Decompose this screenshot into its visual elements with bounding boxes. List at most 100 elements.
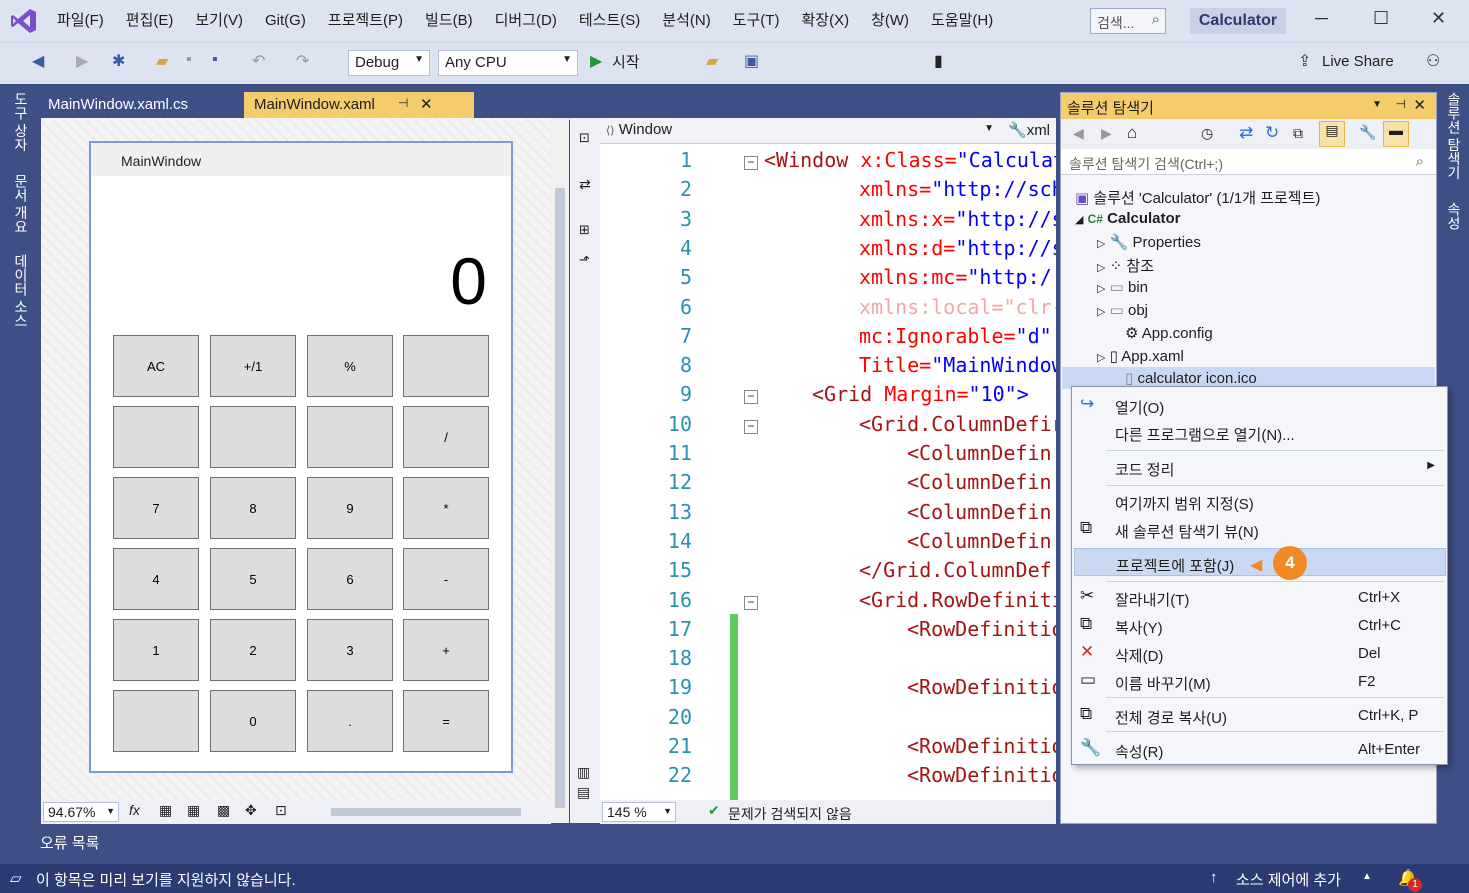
menu-file[interactable]: 파일(F) bbox=[46, 0, 115, 42]
back-icon[interactable]: ◀ bbox=[1073, 125, 1084, 142]
menu-item-cut[interactable]: ✂ 잘라내기(T) Ctrl+X bbox=[1072, 583, 1447, 611]
preview-icon[interactable]: ▬ bbox=[1383, 121, 1409, 147]
menu-project[interactable]: 프로젝트(P) bbox=[317, 0, 414, 42]
calc-button[interactable]: 2 bbox=[210, 619, 296, 681]
platform-select[interactable]: Any CPU ▼ bbox=[438, 50, 578, 76]
play-icon[interactable]: ▶ bbox=[590, 51, 602, 71]
artboard-icon[interactable]: ▩ bbox=[217, 802, 230, 819]
calc-button[interactable]: 6 bbox=[307, 548, 393, 610]
menu-item-open[interactable]: ↪ 열기(O) bbox=[1072, 391, 1447, 419]
forward-icon[interactable]: ▶ bbox=[76, 51, 88, 71]
scroll-thumb[interactable] bbox=[555, 188, 565, 808]
close-tab-icon[interactable]: ✕ bbox=[420, 95, 433, 113]
minimize-icon[interactable]: ─ bbox=[1315, 8, 1328, 29]
show-all-files-icon[interactable]: ▤ bbox=[1319, 121, 1345, 147]
tree-app-config[interactable]: ⚙ App.config bbox=[1125, 324, 1213, 342]
snap-lines-icon[interactable]: ✥ bbox=[245, 802, 257, 819]
calc-button[interactable]: 0 bbox=[210, 690, 296, 752]
menu-item-code-cleanup[interactable]: 코드 정리 ▶ bbox=[1072, 453, 1447, 481]
feedback-icon[interactable]: ⚇ bbox=[1426, 51, 1440, 71]
menu-item-new-view[interactable]: ⧉ 새 솔루션 탐색기 뷰(N) bbox=[1072, 515, 1447, 543]
close-icon[interactable]: ✕ bbox=[1431, 8, 1446, 29]
pin-icon[interactable]: ⊣ bbox=[1396, 97, 1406, 111]
undo-icon[interactable]: ↶ bbox=[252, 51, 265, 71]
calc-button[interactable]: + bbox=[403, 619, 489, 681]
calc-button[interactable]: AC bbox=[113, 335, 199, 397]
menu-edit[interactable]: 편집(E) bbox=[115, 0, 185, 42]
calc-button[interactable] bbox=[113, 690, 199, 752]
menu-window[interactable]: 창(W) bbox=[860, 0, 920, 42]
redo-icon[interactable]: ↷ bbox=[296, 51, 309, 71]
solution-folder-icon[interactable]: ▰ bbox=[706, 51, 718, 71]
tree-obj[interactable]: ▷ ▭ obj bbox=[1097, 301, 1148, 319]
error-list-tab[interactable]: 오류 목록 bbox=[40, 832, 99, 853]
maximize-icon[interactable]: ☐ bbox=[1373, 8, 1389, 29]
search-input[interactable]: 검색... ⌕ bbox=[1090, 8, 1166, 34]
calc-button[interactable]: 8 bbox=[210, 477, 296, 539]
designer-zoom-select[interactable]: 94.67% ▼ bbox=[43, 802, 119, 822]
bookmark-icon[interactable]: ▮ bbox=[934, 51, 943, 71]
menu-item-delete[interactable]: ✕ 삭제(D) Del bbox=[1072, 639, 1447, 667]
menu-build[interactable]: 빌드(B) bbox=[414, 0, 484, 42]
collapse-region-icon[interactable]: − bbox=[744, 156, 758, 170]
browser-link-icon[interactable]: ▣ bbox=[744, 51, 759, 71]
menu-git[interactable]: Git(G) bbox=[254, 0, 317, 42]
calc-button[interactable]: % bbox=[307, 335, 393, 397]
save-all-icon[interactable]: ▪ bbox=[212, 51, 218, 69]
new-project-icon[interactable]: ✱ bbox=[112, 51, 125, 71]
popout-icon[interactable]: ⬏ bbox=[579, 252, 590, 268]
properties-tab[interactable]: 속성 bbox=[1444, 202, 1464, 230]
menu-item-copy[interactable]: ⧉ 복사(Y) Ctrl+C bbox=[1072, 611, 1447, 639]
menu-item-open-with[interactable]: 다른 프로그램으로 열기(N)... bbox=[1072, 418, 1447, 446]
calc-button[interactable]: 5 bbox=[210, 548, 296, 610]
editor-zoom-select[interactable]: 145 % ▼ bbox=[602, 802, 676, 822]
calc-button[interactable]: = bbox=[403, 690, 489, 752]
device-icon[interactable]: ⊡ bbox=[275, 802, 287, 819]
menu-item-properties[interactable]: 🔧 속성(R) Alt+Enter bbox=[1072, 735, 1447, 763]
formula-icon[interactable]: fx bbox=[129, 802, 140, 818]
issues-status[interactable]: 문제가 검색되지 않음 bbox=[728, 804, 852, 824]
snap-grid-icon[interactable]: ▦ bbox=[187, 802, 200, 819]
home-icon[interactable]: ⌂ bbox=[1127, 123, 1137, 143]
calc-button[interactable]: +/1 bbox=[210, 335, 296, 397]
open-folder-icon[interactable]: ▰ bbox=[156, 51, 168, 71]
calc-button[interactable]: 4 bbox=[113, 548, 199, 610]
tree-bin[interactable]: ▷ ▭ bin bbox=[1097, 278, 1148, 296]
calc-button[interactable]: 1 bbox=[113, 619, 199, 681]
tab-mainwindow-xaml-cs[interactable]: MainWindow.xaml.cs bbox=[38, 92, 244, 118]
forward-icon[interactable]: ▶ bbox=[1101, 125, 1112, 142]
menu-test[interactable]: 테스트(S) bbox=[568, 0, 651, 42]
code-editor[interactable]: 1 <Window x:Class="Calculat 2 xmlns="http:/… bbox=[600, 144, 1056, 800]
calc-button[interactable]: . bbox=[307, 690, 393, 752]
menu-help[interactable]: 도움말(H) bbox=[920, 0, 1004, 42]
toolbox-tab[interactable]: 도구 상자 bbox=[11, 92, 31, 152]
history-icon[interactable]: ◷ bbox=[1201, 125, 1213, 142]
calc-button[interactable] bbox=[210, 406, 296, 468]
collapse-region-icon[interactable]: − bbox=[744, 390, 758, 405]
calc-button[interactable]: - bbox=[403, 548, 489, 610]
designer-scrollbar[interactable] bbox=[551, 118, 569, 823]
menu-item-rename[interactable]: ▭ 이름 바꾸기(M) F2 bbox=[1072, 667, 1447, 695]
horizontal-split-icon[interactable]: ▤ bbox=[577, 784, 590, 801]
menu-debug[interactable]: 디버그(D) bbox=[484, 0, 568, 42]
tree-solution[interactable]: ▣ 솔루션 'Calculator' (1/1개 프로젝트) bbox=[1075, 187, 1320, 208]
chevron-down-icon[interactable]: ▼ bbox=[1372, 99, 1382, 110]
save-icon[interactable]: ▪ bbox=[186, 51, 192, 69]
designer-hscroll[interactable] bbox=[331, 808, 521, 816]
xaml-pane-icon[interactable]: ⊞ bbox=[579, 222, 590, 238]
start-button[interactable]: 시작 bbox=[612, 51, 640, 72]
collapse-region-icon[interactable]: − bbox=[744, 595, 758, 610]
tab-mainwindow-xaml[interactable]: MainWindow.xaml ⊣ ✕ bbox=[244, 92, 474, 118]
close-icon[interactable]: ✕ bbox=[1413, 96, 1426, 114]
menu-tools[interactable]: 도구(T) bbox=[722, 0, 791, 42]
calc-button[interactable]: 7 bbox=[113, 477, 199, 539]
properties-wrench-icon[interactable]: 🔧 bbox=[1359, 124, 1376, 141]
calc-button[interactable] bbox=[307, 406, 393, 468]
menu-extensions[interactable]: 확장(X) bbox=[790, 0, 860, 42]
calc-button[interactable]: / bbox=[403, 406, 489, 468]
calc-button[interactable] bbox=[113, 406, 199, 468]
calc-button[interactable] bbox=[403, 335, 489, 397]
menu-analyze[interactable]: 분석(N) bbox=[651, 0, 721, 42]
collapse-all-icon[interactable]: ⧉ bbox=[1293, 125, 1303, 142]
collapse-region-icon[interactable]: − bbox=[744, 419, 758, 434]
